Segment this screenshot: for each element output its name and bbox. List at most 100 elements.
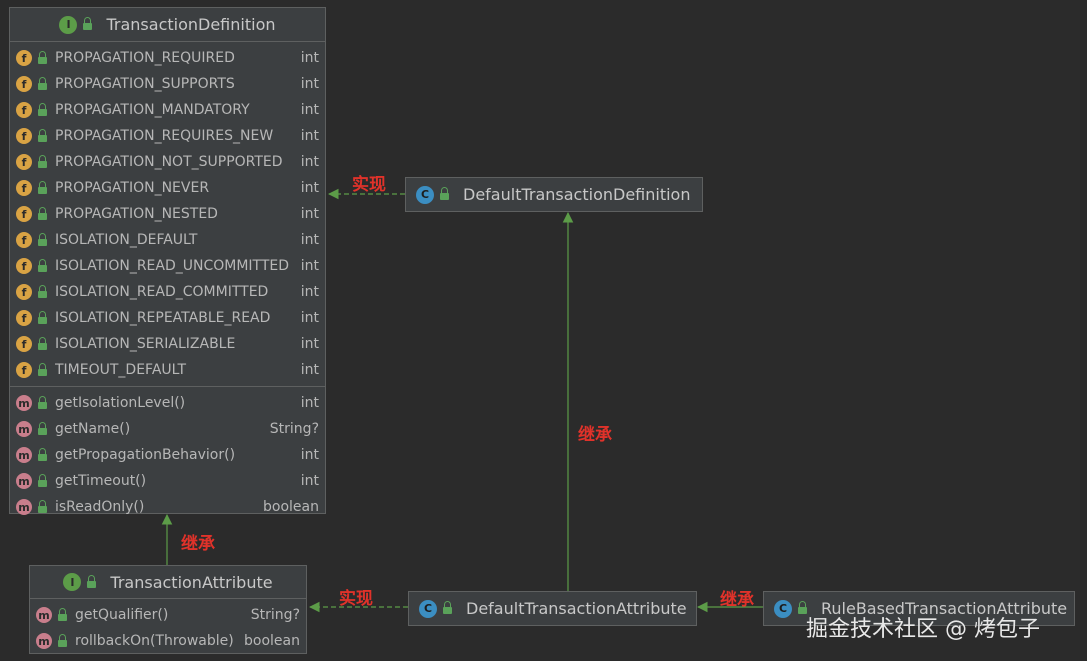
class-icon: C <box>416 185 434 204</box>
field-row[interactable]: f PROPAGATION_NOT_SUPPORTED int <box>10 149 325 175</box>
field-icon: f <box>16 154 32 170</box>
field-icon: f <box>16 50 32 66</box>
method-icon: m <box>16 421 32 437</box>
member-type: boolean <box>244 633 300 649</box>
method-row[interactable]: m getIsolationLevel() int <box>10 390 325 416</box>
method-icon: m <box>36 633 52 649</box>
field-row[interactable]: f ISOLATION_REPEATABLE_READ int <box>10 305 325 331</box>
method-row[interactable]: m getTimeout() int <box>10 468 325 494</box>
field-row[interactable]: f PROPAGATION_REQUIRED int <box>10 45 325 71</box>
label-extends-ta-td: 继承 <box>181 534 215 554</box>
lock-icon <box>38 154 47 168</box>
lock-icon <box>38 258 47 272</box>
member-type: int <box>300 284 319 300</box>
member-type: int <box>300 206 319 222</box>
field-row[interactable]: f PROPAGATION_MANDATORY int <box>10 97 325 123</box>
method-row[interactable]: m rollbackOn(Throwable) boolean <box>30 628 306 654</box>
node-header: C DefaultTransactionDefinition <box>406 178 702 211</box>
lock-icon <box>38 336 47 350</box>
node-transaction-attribute[interactable]: I TransactionAttribute m getQualifier() St… <box>29 565 307 654</box>
field-icon: f <box>16 310 32 326</box>
interface-icon: I <box>59 15 78 34</box>
member-name: getIsolationLevel() <box>55 395 186 411</box>
interface-icon: I <box>63 573 82 591</box>
fields-section: f PROPAGATION_REQUIRED int f PROPAGATION_SUP… <box>10 42 325 387</box>
lock-icon <box>83 17 93 30</box>
member-type: int <box>300 154 319 170</box>
lock-icon <box>38 421 47 435</box>
member-name: PROPAGATION_NESTED <box>55 206 218 222</box>
lock-icon <box>38 395 47 409</box>
member-name: ISOLATION_REPEATABLE_READ <box>55 310 271 326</box>
watermark: 掘金技术社区 @ 烤包子 <box>806 617 1040 642</box>
field-row[interactable]: f ISOLATION_DEFAULT int <box>10 227 325 253</box>
method-row[interactable]: m isReadOnly() boolean <box>10 494 325 520</box>
lock-icon <box>38 232 47 246</box>
member-type: int <box>300 336 319 352</box>
field-icon: f <box>16 102 32 118</box>
method-row[interactable]: m getPropagationBehavior() int <box>10 442 325 468</box>
lock-icon <box>38 447 47 461</box>
field-row[interactable]: f ISOLATION_READ_COMMITTED int <box>10 279 325 305</box>
field-row[interactable]: f ISOLATION_READ_UNCOMMITTED int <box>10 253 325 279</box>
field-icon: f <box>16 336 32 352</box>
class-icon: C <box>419 599 437 618</box>
label-implements-dta: 实现 <box>339 589 373 609</box>
member-name: PROPAGATION_REQUIRES_NEW <box>55 128 274 144</box>
lock-icon <box>58 607 67 621</box>
lock-icon <box>440 187 449 200</box>
member-name: PROPAGATION_NOT_SUPPORTED <box>55 154 283 170</box>
member-type: int <box>300 180 319 196</box>
method-row[interactable]: m getQualifier() String? <box>30 602 306 628</box>
node-title: DefaultTransactionAttribute <box>466 599 687 618</box>
member-type: int <box>300 362 319 378</box>
node-transaction-definition[interactable]: I TransactionDefinition f PROPAGATION_REQ… <box>9 7 326 515</box>
field-row[interactable]: f PROPAGATION_NESTED int <box>10 201 325 227</box>
field-row[interactable]: f PROPAGATION_SUPPORTS int <box>10 71 325 97</box>
field-row[interactable]: f PROPAGATION_REQUIRES_NEW int <box>10 123 325 149</box>
member-name: rollbackOn(Throwable) <box>75 633 234 649</box>
method-icon: m <box>16 473 32 489</box>
node-header: C DefaultTransactionAttribute <box>409 592 696 625</box>
node-default-transaction-definition[interactable]: C DefaultTransactionDefinition <box>405 177 703 212</box>
member-type: String? <box>250 607 300 623</box>
label-extends-dta-dtd: 继承 <box>578 425 612 445</box>
node-default-transaction-attribute[interactable]: C DefaultTransactionAttribute <box>408 591 697 626</box>
method-icon: m <box>36 607 52 623</box>
member-name: getName() <box>55 421 131 437</box>
field-row[interactable]: f ISOLATION_SERIALIZABLE int <box>10 331 325 357</box>
lock-icon <box>38 206 47 220</box>
field-icon: f <box>16 232 32 248</box>
method-icon: m <box>16 395 32 411</box>
field-row[interactable]: f TIMEOUT_DEFAULT int <box>10 357 325 383</box>
class-icon: C <box>774 599 792 618</box>
lock-icon <box>38 102 47 116</box>
node-title: TransactionAttribute <box>110 572 273 592</box>
field-icon: f <box>16 128 32 144</box>
field-row[interactable]: f PROPAGATION_NEVER int <box>10 175 325 201</box>
member-type: int <box>300 102 319 118</box>
lock-icon <box>38 499 47 513</box>
member-type: int <box>300 76 319 92</box>
member-name: TIMEOUT_DEFAULT <box>55 362 187 378</box>
methods-section: m getQualifier() String? m rollbackOn(Throwa… <box>30 599 306 657</box>
field-icon: f <box>16 362 32 378</box>
lock-icon <box>38 362 47 376</box>
lock-icon <box>38 76 47 90</box>
member-name: ISOLATION_SERIALIZABLE <box>55 336 236 352</box>
node-header: I TransactionDefinition <box>10 8 325 42</box>
member-name: ISOLATION_READ_COMMITTED <box>55 284 269 300</box>
member-type: int <box>300 395 319 411</box>
member-name: isReadOnly() <box>55 499 145 515</box>
node-header: I TransactionAttribute <box>30 566 306 599</box>
member-type: int <box>300 128 319 144</box>
label-extends-rbta: 继承 <box>720 590 754 610</box>
field-icon: f <box>16 284 32 300</box>
node-title: DefaultTransactionDefinition <box>463 185 691 204</box>
member-type: int <box>300 447 319 463</box>
method-row[interactable]: m getName() String? <box>10 416 325 442</box>
lock-icon <box>38 128 47 142</box>
member-type: boolean <box>263 499 319 515</box>
lock-icon <box>87 574 97 588</box>
field-icon: f <box>16 206 32 222</box>
